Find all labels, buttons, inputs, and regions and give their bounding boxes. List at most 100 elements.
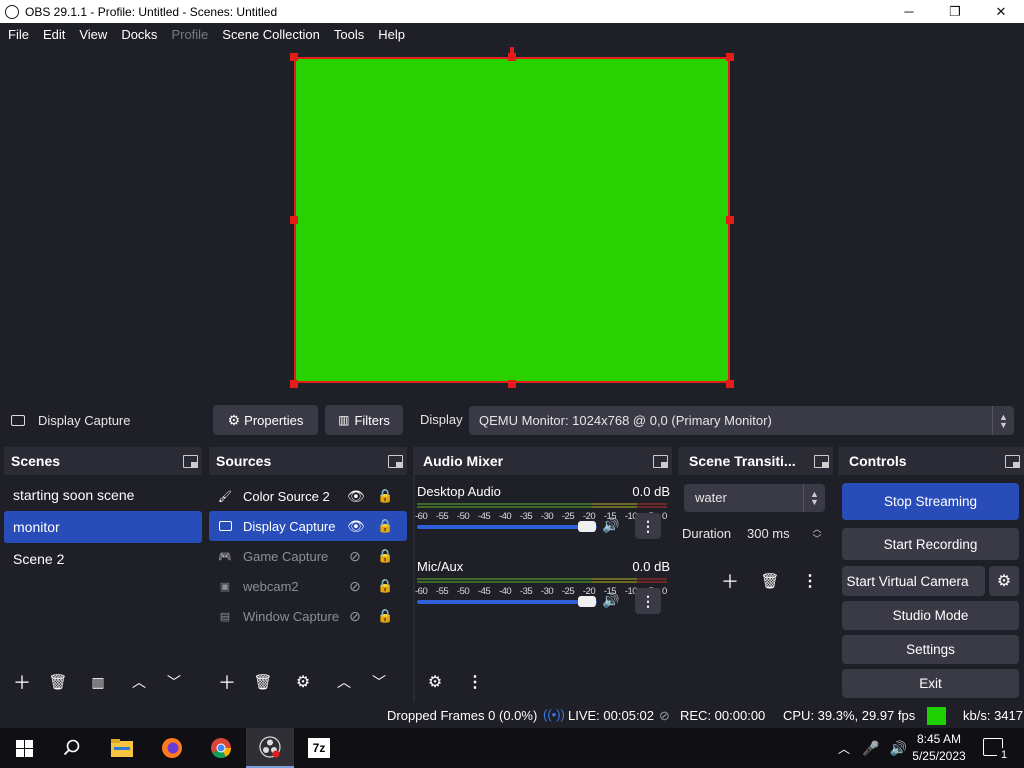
add-source-button[interactable]: ＋	[213, 668, 241, 696]
audio-options-button[interactable]: ⋮	[635, 588, 661, 614]
move-source-down-button[interactable]: ﹀	[365, 668, 393, 696]
add-scene-button[interactable]: ＋	[8, 668, 36, 696]
add-transition-button[interactable]: ＋	[716, 567, 744, 595]
move-scene-down-button[interactable]: ﹀	[160, 668, 188, 696]
undock-icon[interactable]	[1005, 455, 1020, 468]
spin-arrows-icon[interactable]: ︿ ﹀	[809, 520, 825, 548]
file-explorer-taskbar-icon[interactable]	[98, 728, 146, 768]
transition-properties-button[interactable]: ⋮	[796, 567, 824, 595]
start-recording-button[interactable]: Start Recording	[842, 528, 1019, 560]
status-bar: Dropped Frames 0 (0.0%) ((•)) LIVE: 00:0…	[0, 704, 1024, 728]
maximize-button[interactable]: ❐	[932, 0, 978, 23]
display-select[interactable]: QEMU Monitor: 1024x768 @ 0,0 (Primary Mo…	[469, 406, 1014, 435]
lock-icon[interactable]: 🔒	[377, 608, 393, 624]
start-virtual-camera-label: Start Virtual Camera	[846, 573, 969, 589]
search-button[interactable]	[48, 728, 96, 768]
audio-channel-name: Desktop Audio	[417, 484, 501, 499]
eye-slash-icon[interactable]: ⊘	[347, 608, 363, 624]
scene-item[interactable]: Scene 2	[4, 543, 202, 575]
notification-center-button[interactable]: 1	[983, 738, 1011, 762]
volume-slider[interactable]	[417, 600, 597, 604]
scene-item[interactable]: monitor	[4, 511, 202, 543]
remove-source-button[interactable]: 🗑	[249, 668, 277, 696]
menu-scene-collection[interactable]: Scene Collection	[215, 23, 327, 47]
preview-area[interactable]	[0, 47, 1024, 399]
source-item[interactable]: ▣ webcam2 ⊘ 🔒	[209, 571, 407, 601]
source-item[interactable]: 🎮 Game Capture ⊘ 🔒	[209, 541, 407, 571]
window-title: OBS 29.1.1 - Profile: Untitled - Scenes:…	[25, 4, 278, 19]
resize-handle-bottom[interactable]	[508, 380, 516, 388]
menu-edit[interactable]: Edit	[36, 23, 72, 47]
menu-help[interactable]: Help	[371, 23, 412, 47]
move-scene-up-button[interactable]: ︿	[125, 668, 153, 696]
start-virtual-camera-button[interactable]: Start Virtual Camera	[842, 566, 985, 596]
resize-handle-left[interactable]	[290, 216, 298, 224]
resize-handle-bottom-left[interactable]	[290, 380, 298, 388]
menu-tools[interactable]: Tools	[327, 23, 371, 47]
scene-filters-button[interactable]: ▥	[84, 668, 112, 696]
undock-icon[interactable]	[388, 455, 403, 468]
selected-source: Display Capture	[11, 413, 211, 428]
audio-options-button[interactable]: ⋮	[635, 513, 661, 539]
speaker-icon[interactable]: 🔊	[889, 740, 906, 757]
preview-source-display-capture[interactable]	[294, 57, 730, 383]
lock-icon[interactable]: 🔒	[377, 548, 393, 564]
close-button[interactable]: ✕	[978, 0, 1024, 23]
windows-taskbar: 7z ︿ 🎤 🔊 8:45 AM 5/25/2023 1	[0, 728, 1024, 768]
settings-button[interactable]: Settings	[842, 635, 1019, 664]
start-button[interactable]	[0, 728, 48, 768]
volume-slider-handle[interactable]	[578, 596, 596, 607]
7zip-taskbar-icon[interactable]: 7z	[295, 728, 343, 768]
undock-icon[interactable]	[653, 455, 668, 468]
menu-profile[interactable]: Profile	[164, 23, 215, 47]
move-source-up-button[interactable]: ︿	[330, 668, 358, 696]
remove-scene-button[interactable]: 🗑	[44, 668, 72, 696]
lock-icon[interactable]: 🔒	[377, 518, 393, 534]
audio-mixer-title: Audio Mixer	[423, 453, 504, 469]
studio-mode-button[interactable]: Studio Mode	[842, 601, 1019, 630]
source-item[interactable]: ▤ Window Capture ⊘ 🔒	[209, 601, 407, 631]
obs-taskbar-icon[interactable]	[246, 728, 294, 768]
source-name: Game Capture	[243, 548, 329, 564]
clock[interactable]: 8:45 AM 5/25/2023	[907, 731, 971, 765]
lock-icon[interactable]: 🔒	[377, 578, 393, 594]
menu-docks[interactable]: Docks	[114, 23, 164, 47]
virtual-camera-settings-button[interactable]: ⚙	[989, 566, 1019, 596]
duration-input[interactable]: 300 ms ︿ ﹀	[737, 520, 825, 548]
resize-handle-bottom-right[interactable]	[726, 380, 734, 388]
source-properties-button[interactable]: ⚙	[289, 668, 317, 696]
eye-icon[interactable]: 👁	[347, 488, 365, 504]
source-item[interactable]: Display Capture 👁 🔒	[209, 511, 407, 541]
resize-handle-right[interactable]	[726, 216, 734, 224]
lock-icon[interactable]: 🔒	[377, 488, 393, 504]
chrome-taskbar-icon[interactable]	[197, 728, 245, 768]
resize-handle-top[interactable]	[508, 53, 516, 61]
properties-button[interactable]: ⚙ Properties	[213, 405, 318, 435]
undock-icon[interactable]	[814, 455, 829, 468]
volume-slider-handle[interactable]	[578, 521, 596, 532]
audio-mixer-settings-button[interactable]: ⚙	[421, 668, 449, 696]
scene-item[interactable]: starting soon scene	[4, 479, 202, 511]
resize-handle-top-left[interactable]	[290, 53, 298, 61]
eye-icon[interactable]: 👁	[347, 518, 365, 534]
stop-streaming-button[interactable]: Stop Streaming	[842, 483, 1019, 520]
firefox-taskbar-icon[interactable]	[148, 728, 196, 768]
speaker-icon[interactable]: 🔊	[602, 517, 619, 534]
menu-file[interactable]: File	[1, 23, 36, 47]
undock-icon[interactable]	[183, 455, 198, 468]
audio-mixer-menu-button[interactable]: ⋮	[461, 668, 489, 696]
resize-handle-top-right[interactable]	[726, 53, 734, 61]
microphone-icon[interactable]: 🎤	[862, 740, 879, 757]
source-item[interactable]: 🖌 Color Source 2 👁 🔒	[209, 481, 407, 511]
volume-slider[interactable]	[417, 525, 597, 529]
menu-view[interactable]: View	[72, 23, 114, 47]
exit-button[interactable]: Exit	[842, 669, 1019, 698]
eye-slash-icon[interactable]: ⊘	[347, 548, 363, 564]
speaker-icon[interactable]: 🔊	[602, 592, 619, 609]
minimize-button[interactable]: ─	[886, 0, 932, 23]
eye-slash-icon[interactable]: ⊘	[347, 578, 363, 594]
chevron-up-icon[interactable]: ︿	[838, 740, 850, 757]
filters-button[interactable]: ▥ Filters	[325, 405, 403, 435]
remove-transition-button[interactable]: 🗑	[756, 567, 784, 595]
transition-select[interactable]: water ▲ ▼	[684, 484, 825, 512]
